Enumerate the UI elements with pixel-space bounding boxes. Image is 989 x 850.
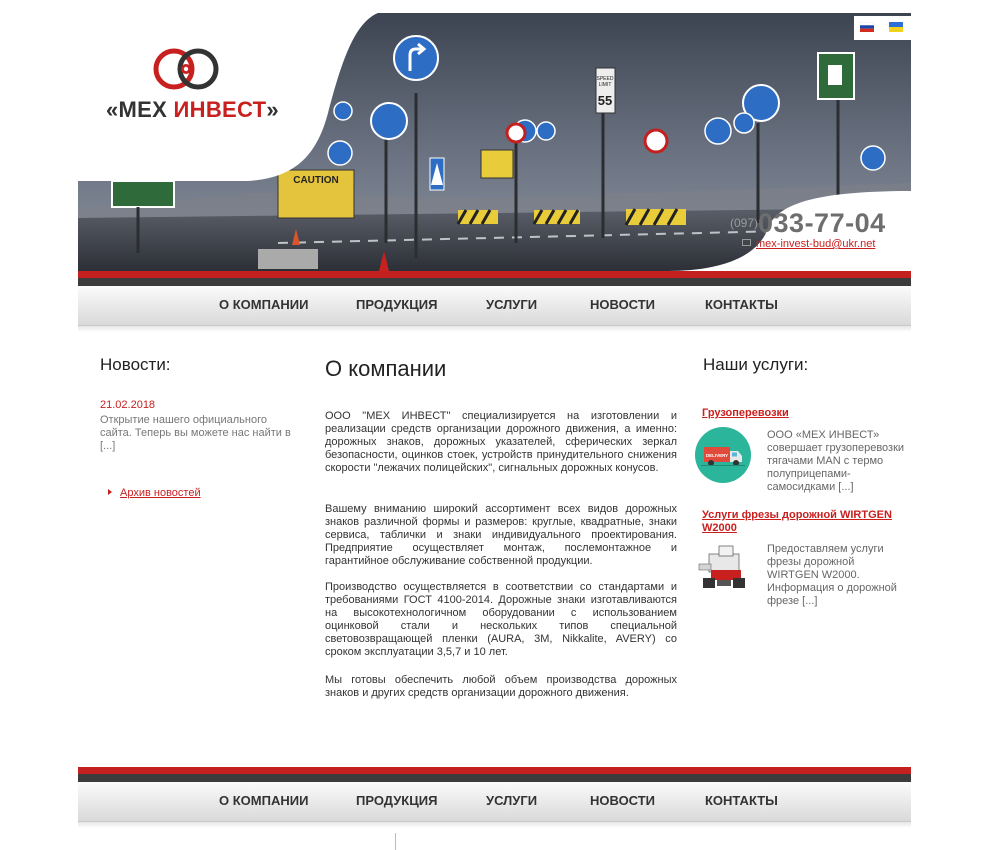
service-link-cargo[interactable]: Грузоперевозки [702, 407, 789, 420]
email-link[interactable]: mex-invest-bud@ukr.net [756, 238, 875, 250]
about-paragraph: ООО "МЕХ ИНВЕСТ" специализируется на изг… [325, 410, 677, 474]
company-logo-icon[interactable] [152, 45, 222, 93]
site-header: SPEED LIMIT 55 CAUTION «МЕХ ИНВЕСТ» (097… [78, 13, 911, 271]
delivery-truck-graphic: DELIVERY [701, 447, 745, 466]
about-column: О компании ООО "МЕХ ИНВЕСТ" специализиру… [325, 356, 677, 699]
delivery-truck-icon[interactable]: DELIVERY [695, 427, 751, 483]
nav-item-services[interactable]: УСЛУГИ [486, 297, 537, 312]
news-text[interactable]: Открытие нашего официального сайта. Тепе… [100, 414, 300, 453]
news-archive-link[interactable]: Архив новостей [120, 487, 201, 499]
envelope-icon [742, 239, 751, 246]
header-dark-band [78, 278, 911, 286]
footer-nav-item-about[interactable]: О КОМПАНИИ [219, 793, 308, 808]
company-name-suffix: » [266, 97, 279, 122]
footer-nav-item-news[interactable]: НОВОСТИ [590, 793, 655, 808]
email-row: mex-invest-bud@ukr.net [742, 238, 875, 250]
phone: (097)033-77-04 [730, 208, 886, 239]
nav-item-contacts[interactable]: КОНТАКТЫ [705, 297, 778, 312]
footer-dark-band [78, 774, 911, 782]
about-paragraph: Производство осуществляется в соответств… [325, 581, 677, 658]
footer-nav-item-services[interactable]: УСЛУГИ [486, 793, 537, 808]
nav-item-products[interactable]: ПРОДУКЦИЯ [356, 297, 437, 312]
nav-shadow [78, 326, 911, 332]
news-date[interactable]: 21.02.2018 [100, 399, 155, 411]
services-title: Наши услуги: [703, 355, 809, 374]
phone-code: (097) [730, 216, 759, 230]
company-name-accent: ИНВЕСТ [173, 97, 267, 122]
footer-nav-item-contacts[interactable]: КОНТАКТЫ [705, 793, 778, 808]
page-title: О компании [325, 356, 447, 381]
language-switcher [854, 16, 911, 40]
service-link-wirtgen[interactable]: Услуги фрезы дорожной WIRTGEN W2000 [702, 509, 907, 535]
logo-area: «МЕХ ИНВЕСТ» [78, 13, 378, 183]
contact-block: (097)033-77-04 mex-invest-bud@ukr.net [728, 208, 911, 268]
service-description-cargo: ООО «МЕХ ИНВЕСТ» совершает грузоперевозк… [767, 429, 905, 493]
header-red-band [78, 271, 911, 278]
footer-divider [395, 833, 396, 850]
delivery-badge: DELIVERY [706, 453, 728, 458]
arrow-bullet-icon [108, 489, 112, 495]
news-title: Новости: [100, 355, 171, 374]
page: SPEED LIMIT 55 CAUTION «МЕХ ИНВЕСТ» (097… [0, 0, 989, 850]
footer-nav-shadow [78, 822, 911, 828]
ua-flag-icon[interactable] [889, 22, 903, 32]
svg-text:LIMIT: LIMIT [599, 82, 612, 88]
main-nav: О КОМПАНИИ ПРОДУКЦИЯ УСЛУГИ НОВОСТИ КОНТ… [78, 286, 911, 326]
road-milling-machine-image[interactable] [695, 540, 753, 598]
footer-nav-item-products[interactable]: ПРОДУКЦИЯ [356, 793, 437, 808]
about-paragraph: Вашему вниманию широкий ассортимент всех… [325, 503, 677, 567]
company-name[interactable]: «МЕХ ИНВЕСТ» [106, 97, 279, 123]
about-paragraph: Мы готовы обеспечить любой объем произво… [325, 674, 677, 699]
ru-flag-icon[interactable] [860, 22, 874, 32]
footer-nav: О КОМПАНИИ ПРОДУКЦИЯ УСЛУГИ НОВОСТИ КОНТ… [78, 782, 911, 822]
company-name-prefix: «МЕХ [106, 97, 174, 122]
service-description-wirtgen: Предоставляем услуги фрезы дорожной WIRT… [767, 543, 897, 607]
phone-number: 033-77-04 [758, 208, 886, 238]
nav-item-news[interactable]: НОВОСТИ [590, 297, 655, 312]
footer-red-band [78, 767, 911, 774]
nav-item-about[interactable]: О КОМПАНИИ [219, 297, 308, 312]
news-archive: Архив новостей [108, 487, 201, 499]
news-column: Новости: 21.02.2018 Открытие нашего офиц… [100, 355, 300, 499]
svg-text:55: 55 [598, 93, 612, 108]
